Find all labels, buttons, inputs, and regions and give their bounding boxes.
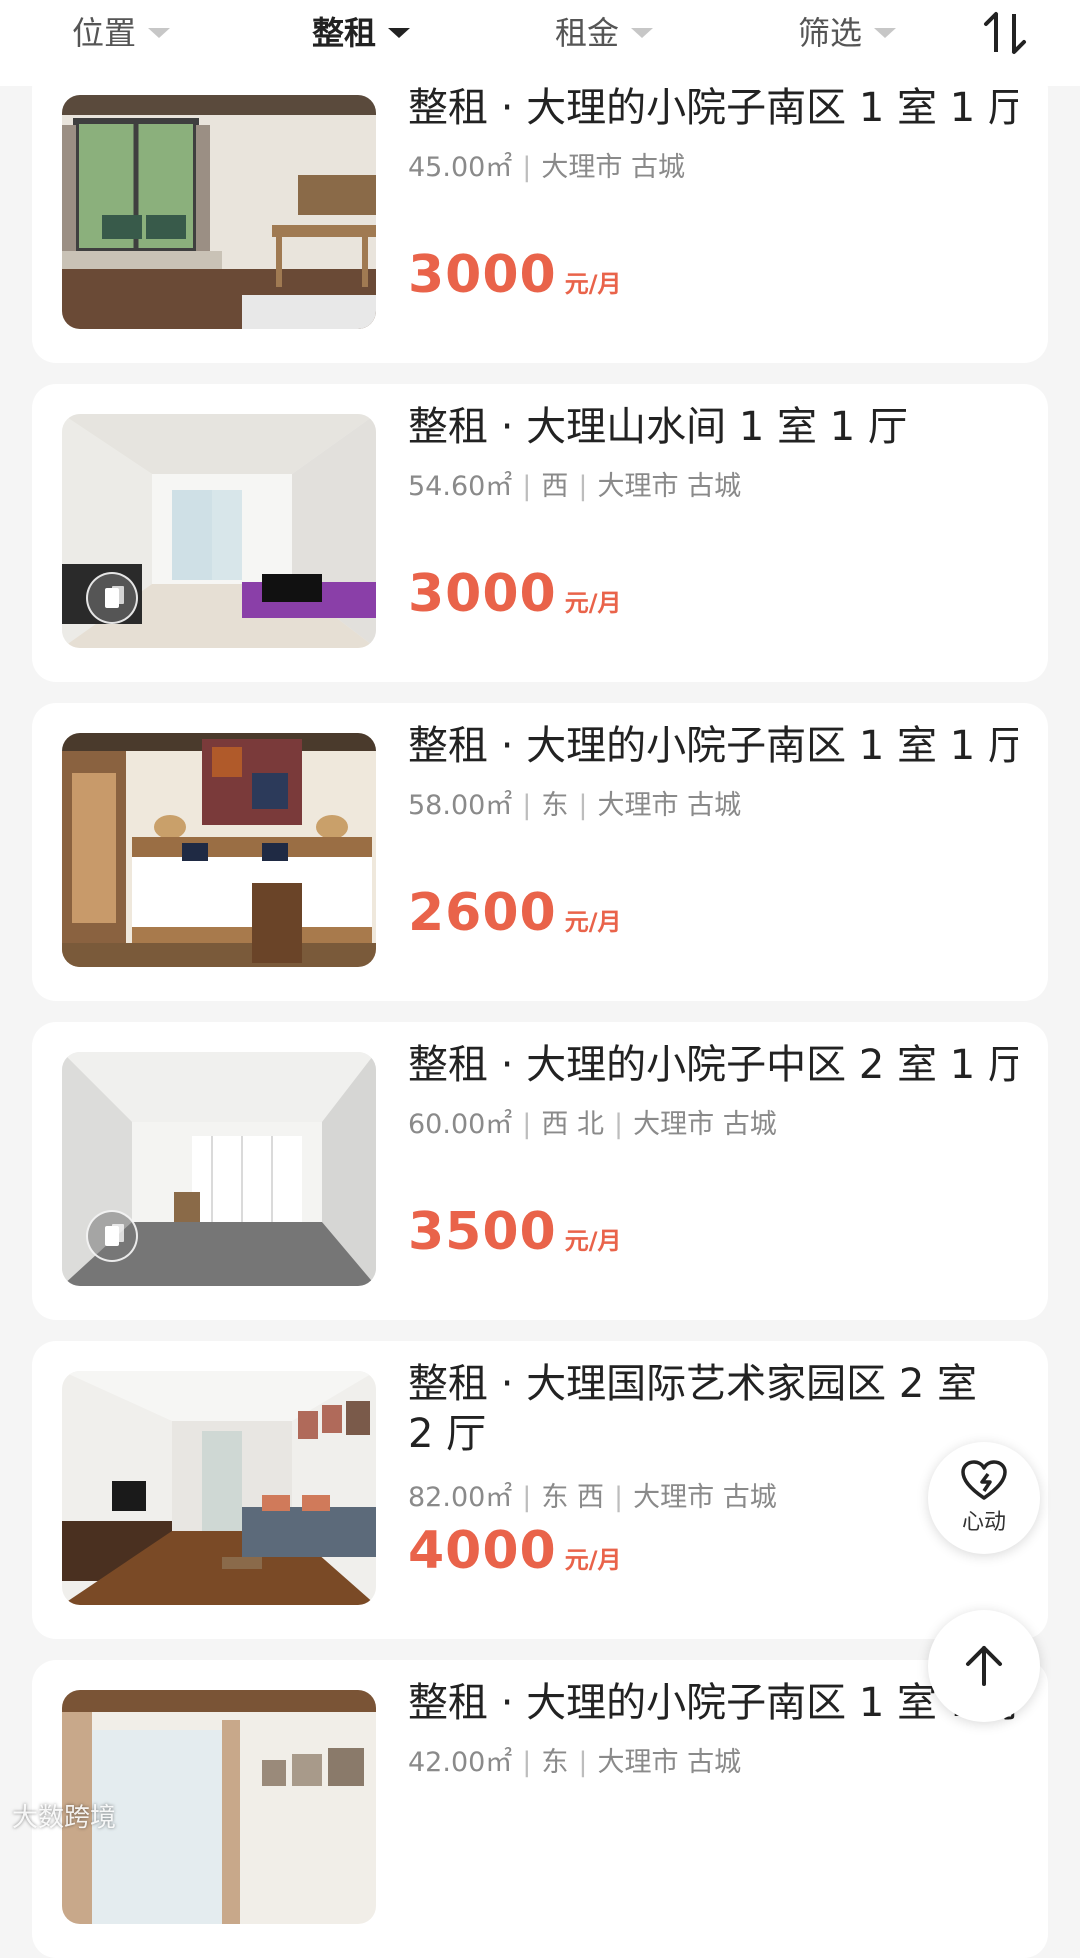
listing-location: 大理市 古城 [541, 152, 685, 183]
divider: | [578, 471, 588, 502]
listing-meta: 54.60㎡ | 西 | 大理市 古城 [408, 464, 741, 503]
listing-orientation: 东 [541, 1747, 569, 1778]
listing-area: 58.00㎡ [408, 790, 513, 821]
divider: | [522, 1109, 532, 1140]
listing-location: 大理市 古城 [597, 471, 742, 502]
divider: | [578, 1747, 588, 1778]
filter-price-label: 租金 [555, 14, 620, 52]
listing-orientation: 西 北 [541, 1109, 604, 1140]
caret-down-icon [148, 28, 171, 38]
caret-down-icon [874, 28, 897, 38]
listing-area: 82.00㎡ [408, 1482, 513, 1513]
listing-title: 整租 · 大理的小院子南区 1 室 1 厅 [408, 1680, 1018, 1726]
listing-price: 4000 元/月 [408, 1521, 622, 1581]
price-value: 3000 [408, 245, 557, 305]
divider: | [522, 471, 532, 502]
divider: | [522, 1747, 532, 1778]
listing-photo[interactable] [62, 1052, 376, 1286]
listing-price: 2600 元/月 [408, 883, 622, 943]
listing-photo[interactable] [62, 733, 376, 967]
filter-more[interactable]: 筛选 [798, 0, 897, 62]
listing-price: 3000 元/月 [408, 564, 622, 624]
listing-title: 整租 · 大理的小院子南区 1 室 1 厅 [408, 723, 1018, 769]
listing-area: 42.00㎡ [408, 1747, 513, 1778]
listing-photo[interactable] [62, 1371, 376, 1605]
price-unit: 元/月 [564, 1227, 622, 1255]
listing-area: 45.00㎡ [408, 152, 513, 183]
price-unit: 元/月 [564, 589, 622, 617]
listing-location: 大理市 古城 [633, 1482, 777, 1513]
filter-bar: 位置 整租 租金 筛选 [0, 0, 1080, 86]
caret-down-icon [388, 28, 411, 38]
divider: | [614, 1482, 624, 1513]
filter-more-label: 筛选 [798, 14, 863, 52]
listing-orientation: 西 [541, 471, 569, 502]
price-value: 3000 [408, 564, 557, 624]
price-value: 4000 [408, 1521, 557, 1581]
listing-card[interactable]: 整租 · 大理的小院子南区 1 室 1 厅 58.00㎡ | 东 | 大理市 古城 26… [32, 703, 1048, 1001]
listing-price: 3000 元/月 [408, 245, 622, 305]
vr-badge-icon [86, 1210, 138, 1262]
caret-down-icon [631, 28, 654, 38]
divider: | [614, 1109, 624, 1140]
watermark: 大数跨境 [12, 1803, 117, 1833]
divider: | [522, 152, 532, 183]
listing-title: 整租 · 大理山水间 1 室 1 厅 [408, 404, 908, 450]
listing-location: 大理市 古城 [597, 790, 742, 821]
divider: | [522, 1482, 532, 1513]
arrow-up-icon [966, 1646, 1002, 1686]
heart-icon [961, 1460, 1007, 1500]
listing-area: 60.00㎡ [408, 1109, 513, 1140]
price-unit: 元/月 [564, 908, 622, 936]
price-value: 2600 [408, 883, 557, 943]
filter-price[interactable]: 租金 [555, 0, 654, 62]
listing-orientation: 东 西 [541, 1482, 604, 1513]
filter-rent-type[interactable]: 整租 [312, 0, 411, 62]
listing-card[interactable]: 整租 · 大理的小院子南区 1 室 1 厅 45.00㎡ | 大理市 古城 3000… [32, 65, 1048, 363]
listing-title: 整租 · 大理国际艺术家园区 2 室 2 厅 [408, 1361, 978, 1457]
listing-photo[interactable] [62, 414, 376, 648]
listing-price: 3500 元/月 [408, 1202, 622, 1262]
listing-title: 整租 · 大理的小院子南区 1 室 1 厅 [408, 85, 1018, 131]
listing-card[interactable]: 整租 · 大理的小院子中区 2 室 1 厅 60.00㎡ | 西 北 | 大理市 古城 … [32, 1022, 1048, 1320]
price-unit: 元/月 [564, 1546, 622, 1574]
favorite-button[interactable]: 心动 [928, 1442, 1040, 1554]
listing-meta: 42.00㎡ | 东 | 大理市 古城 [408, 1740, 741, 1779]
sort-icon [984, 12, 1026, 54]
listing-card[interactable]: 整租 · 大理国际艺术家园区 2 室 2 厅 82.00㎡ | 东 西 | 大理市 古城… [32, 1341, 1048, 1639]
listing-photo[interactable] [62, 95, 376, 329]
listing-orientation: 东 [541, 790, 569, 821]
listing-location: 大理市 古城 [597, 1747, 742, 1778]
filter-rent-type-label: 整租 [312, 14, 377, 52]
listing-area: 54.60㎡ [408, 471, 513, 502]
listing-location: 大理市 古城 [633, 1109, 777, 1140]
divider: | [578, 790, 588, 821]
listing-title: 整租 · 大理的小院子中区 2 室 1 厅 [408, 1042, 1018, 1088]
listing-meta: 82.00㎡ | 东 西 | 大理市 古城 [408, 1475, 777, 1514]
sort-button[interactable] [980, 8, 1030, 58]
price-value: 3500 [408, 1202, 557, 1262]
filter-location[interactable]: 位置 [72, 0, 171, 62]
back-to-top-button[interactable] [928, 1610, 1040, 1722]
divider: | [522, 790, 532, 821]
listing-card[interactable]: 整租 · 大理的小院子南区 1 室 1 厅 42.00㎡ | 东 | 大理市 古城 [32, 1660, 1048, 1958]
vr-badge-icon [86, 572, 138, 624]
listing-meta: 45.00㎡ | 大理市 古城 [408, 145, 685, 184]
filter-location-label: 位置 [72, 14, 137, 52]
listing-meta: 58.00㎡ | 东 | 大理市 古城 [408, 783, 741, 822]
listing-card[interactable]: 整租 · 大理山水间 1 室 1 厅 54.60㎡ | 西 | 大理市 古城 3000 … [32, 384, 1048, 682]
price-unit: 元/月 [564, 270, 622, 298]
favorite-label: 心动 [961, 1510, 1006, 1535]
listing-meta: 60.00㎡ | 西 北 | 大理市 古城 [408, 1102, 777, 1141]
